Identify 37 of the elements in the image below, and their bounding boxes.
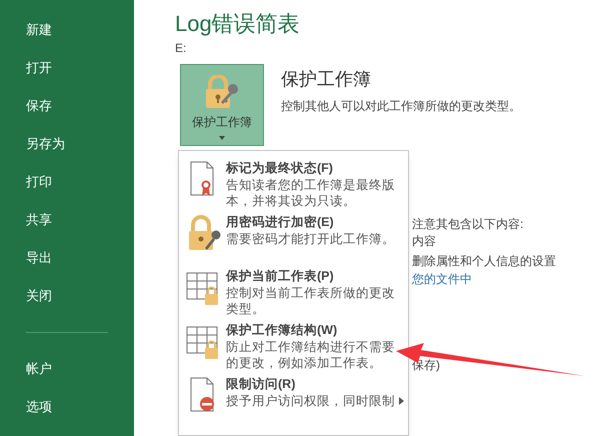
sidebar-item[interactable]: 选项 xyxy=(0,388,134,426)
sidebar-item[interactable]: 打开 xyxy=(0,49,134,87)
menu-item[interactable]: 保护当前工作表(P) 控制对当前工作表所做的更改类型。 xyxy=(179,267,408,317)
sidebar-item[interactable]: 另存为 xyxy=(0,125,134,163)
menu-item[interactable]: 标记为最终状态(F) 告知读者您的工作簿是最终版本，并将其设为只读。 xyxy=(179,159,408,209)
sidebar-item[interactable]: 打印 xyxy=(0,163,134,201)
info-text: 删除属性和个人信息的设置 xyxy=(412,253,556,269)
menu-item-description: 防止对工作簿结构进行不需要的更改，例如添加工作表。 xyxy=(226,339,396,371)
info-text: 内容 xyxy=(412,233,437,249)
menu-item-title: 保护工作簿结构(W) xyxy=(226,322,338,339)
sidebar-item[interactable]: 帐户 xyxy=(0,350,134,388)
link[interactable]: 您的文件中 xyxy=(412,271,556,287)
menu-item[interactable]: 限制访问(R) 授予用户访问权限，同时限制 xyxy=(179,375,408,415)
lock-key-icon xyxy=(204,75,240,109)
menu-item-description: 授予用户访问权限，同时限制 xyxy=(226,393,396,409)
submenu-arrow-icon xyxy=(399,397,404,405)
sidebar-item[interactable]: 共享 xyxy=(0,201,134,239)
section-heading: 保护工作簿 xyxy=(281,68,372,91)
file-path: E: xyxy=(175,40,188,57)
menu-item-description: 控制对当前工作表所做的更改类型。 xyxy=(226,285,396,317)
sidebar-item[interactable]: 新建 xyxy=(0,11,134,49)
menu-item-title: 限制访问(R) xyxy=(226,376,296,393)
menu-item-title: 标记为最终状态(F) xyxy=(226,160,334,177)
menu-item-title: 用密码进行加密(E) xyxy=(226,214,335,231)
section-description: 控制其他人可以对此工作簿所做的更改类型。 xyxy=(281,98,521,115)
menu-item-description: 需要密码才能打开此工作簿。 xyxy=(226,231,396,247)
sidebar-item[interactable]: 保存 xyxy=(0,87,134,125)
document-title: Log错误简表 xyxy=(175,10,301,38)
protect-workbook-button[interactable]: 保护工作簿 xyxy=(180,64,264,146)
info-text: 注意其包含以下内容: xyxy=(412,216,524,232)
menu-item[interactable]: 保护工作簿结构(W) 防止对工作簿结构进行不需要的更改，例如添加工作表。 xyxy=(179,321,408,371)
menu-item[interactable]: 用密码进行加密(E) 需要密码才能打开此工作簿。 xyxy=(179,213,408,253)
caret-icon xyxy=(219,136,225,140)
sidebar-item[interactable]: 导出 xyxy=(0,239,134,277)
menu-item-title: 保护当前工作表(P) xyxy=(226,268,335,285)
menu-item-description: 告知读者您的工作簿是最终版本，并将其设为只读。 xyxy=(226,177,396,209)
sidebar-item[interactable]: 关闭 xyxy=(0,277,134,315)
